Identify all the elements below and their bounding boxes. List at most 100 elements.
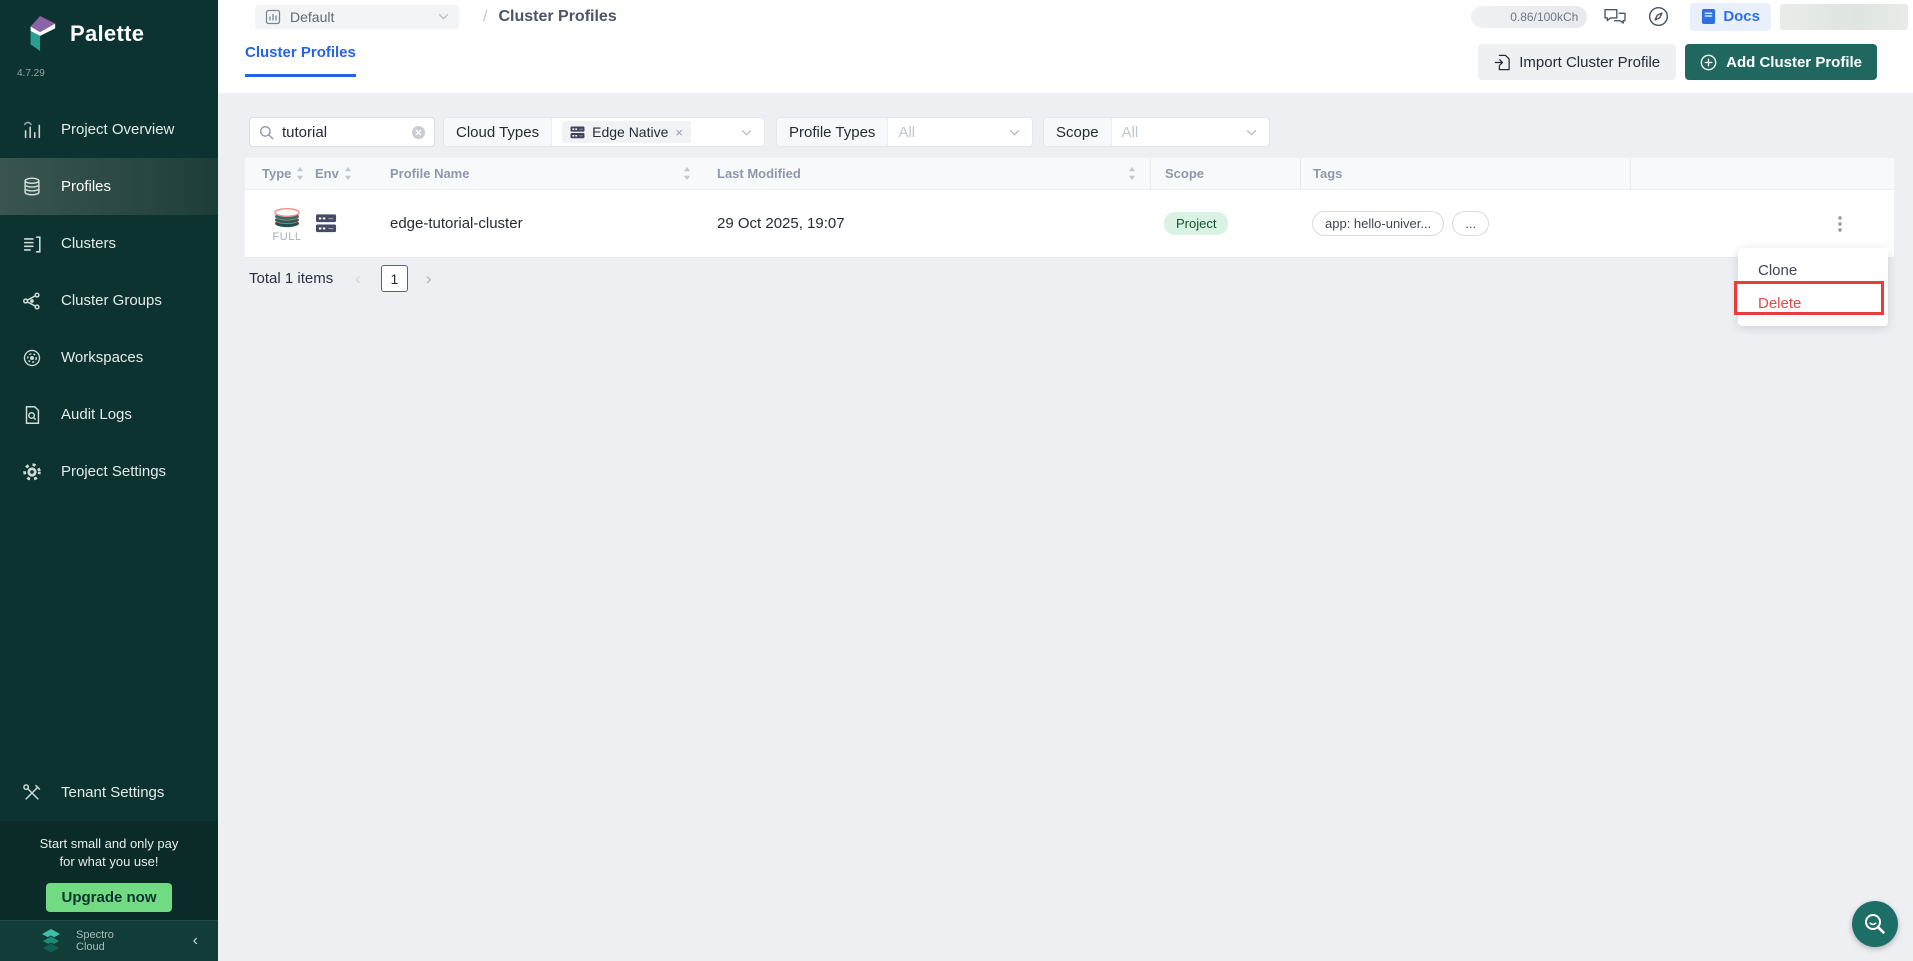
row-context-menu: Clone Delete	[1738, 248, 1888, 326]
spectro-cloud-label: Spectro Cloud	[76, 929, 114, 953]
sidebar-item-label: Workspaces	[61, 349, 143, 366]
profiles-stack-icon	[21, 176, 43, 198]
scope-filter[interactable]: Scope All	[1043, 117, 1270, 147]
spectro-cloud-brand: Spectro Cloud	[36, 928, 187, 954]
tenant-settings-section: Tenant Settings	[0, 764, 218, 821]
plus-circle-icon	[1700, 54, 1717, 71]
sort-icon	[296, 167, 304, 180]
main-area: Default / Cluster Profiles 0.86/100kCh	[218, 0, 1913, 961]
table-header: Type Env Profile Name Last Modified	[245, 158, 1894, 190]
search-input[interactable]	[282, 124, 411, 141]
docs-button-label: Docs	[1723, 8, 1760, 25]
sidebar-footer: Spectro Cloud ‹	[0, 920, 218, 961]
profile-types-filter[interactable]: Profile Types All	[776, 117, 1033, 147]
filter-bar: Cloud Types Edge Native ×	[249, 117, 1270, 147]
profiles-table: Type Env Profile Name Last Modified	[245, 158, 1894, 258]
column-header-scope: Scope	[1150, 158, 1300, 189]
usage-meter-badge: 0.86/100kCh	[1471, 6, 1587, 28]
topbar: Default / Cluster Profiles 0.86/100kCh	[218, 0, 1913, 33]
sidebar-item-cluster-groups[interactable]: Cluster Groups	[0, 272, 218, 329]
column-header-actions	[1630, 158, 1894, 189]
upgrade-now-button[interactable]: Upgrade now	[46, 883, 171, 912]
table-row[interactable]: FULL edge-tutorial-cluster 29 Oct 2025, …	[245, 190, 1894, 258]
cloud-types-value: Edge Native ×	[552, 121, 764, 143]
column-header-last-modified[interactable]: Last Modified	[705, 158, 1150, 189]
add-button-label: Add Cluster Profile	[1726, 54, 1862, 71]
context-menu-delete[interactable]: Delete	[1738, 287, 1888, 320]
app-window: Palette 4.7.29 Project Overview Profiles	[0, 0, 1913, 961]
spectro-label-line2: Cloud	[76, 941, 105, 953]
sidebar-item-label: Clusters	[61, 235, 116, 252]
sidebar-item-profiles[interactable]: Profiles	[0, 158, 218, 215]
pagination-page-1[interactable]: 1	[381, 265, 408, 292]
compass-icon	[1647, 5, 1670, 28]
tag-pill[interactable]: app: hello-univer...	[1312, 211, 1444, 236]
edge-native-tag-label: Edge Native	[592, 124, 668, 140]
sidebar-item-audit-logs[interactable]: Audit Logs	[0, 386, 218, 443]
breadcrumb-current: Cluster Profiles	[498, 8, 616, 26]
context-menu-clone[interactable]: Clone	[1738, 254, 1888, 287]
version-label: 4.7.29	[0, 54, 218, 79]
edge-native-tag: Edge Native ×	[562, 121, 691, 143]
sidebar-item-project-overview[interactable]: Project Overview	[0, 101, 218, 158]
pagination-total: Total 1 items	[249, 270, 333, 287]
profile-type-label: FULL	[273, 231, 302, 243]
clear-search-icon[interactable]	[411, 125, 426, 140]
feedback-button[interactable]	[1603, 7, 1627, 27]
profile-name-link[interactable]: edge-tutorial-cluster	[375, 215, 705, 232]
cloud-types-label: Cloud Types	[444, 118, 552, 146]
pagination-next-icon[interactable]: ›	[426, 269, 432, 289]
search-icon	[259, 125, 274, 140]
cell-actions	[1630, 212, 1894, 236]
chat-bubbles-icon	[1603, 7, 1627, 27]
chevron-down-icon	[741, 129, 754, 136]
cell-env	[315, 213, 375, 234]
search-box	[249, 117, 435, 147]
chevron-down-icon	[1009, 129, 1022, 136]
sidebar-item-label: Profiles	[61, 178, 111, 195]
topbar-right-group: 0.86/100kCh Docs	[1471, 3, 1913, 31]
tab-cluster-profiles[interactable]: Cluster Profiles	[245, 44, 356, 77]
explore-button[interactable]	[1647, 5, 1670, 28]
audit-logs-icon	[21, 404, 43, 426]
tab-actions: Import Cluster Profile Add Cluster Profi…	[1478, 44, 1877, 80]
column-header-env[interactable]: Env	[315, 158, 375, 189]
project-selector[interactable]: Default	[255, 5, 459, 29]
column-header-tags: Tags	[1300, 158, 1630, 189]
row-actions-menu-button[interactable]	[1834, 212, 1846, 236]
sidebar-item-project-settings[interactable]: Project Settings	[0, 443, 218, 500]
add-cluster-profile-button[interactable]: Add Cluster Profile	[1685, 44, 1877, 80]
brand-name: Palette	[70, 21, 144, 47]
cell-tags: app: hello-univer... ...	[1300, 211, 1630, 236]
remove-tag-icon[interactable]: ×	[675, 125, 683, 140]
sidebar-item-label: Project Settings	[61, 463, 166, 480]
sidebar-nav: Project Overview Profiles Clusters Clust…	[0, 101, 218, 500]
sidebar-collapse-chevron-icon[interactable]: ‹	[187, 930, 204, 952]
sidebar-item-clusters[interactable]: Clusters	[0, 215, 218, 272]
sidebar: Palette 4.7.29 Project Overview Profiles	[0, 0, 218, 961]
column-label: Env	[315, 166, 339, 181]
import-cluster-profile-button[interactable]: Import Cluster Profile	[1478, 44, 1676, 80]
cluster-groups-network-icon	[21, 290, 43, 312]
column-header-profile-name[interactable]: Profile Name	[375, 158, 705, 189]
promo-text-line1: Start small and only pay	[0, 835, 218, 853]
sidebar-item-tenant-settings[interactable]: Tenant Settings	[0, 764, 218, 821]
cloud-types-filter[interactable]: Cloud Types Edge Native ×	[443, 117, 765, 147]
profile-types-label: Profile Types	[777, 118, 888, 146]
docs-button[interactable]: Docs	[1690, 3, 1771, 31]
pagination-prev-icon[interactable]: ‹	[355, 269, 361, 289]
chevron-down-icon	[1246, 129, 1259, 136]
book-icon	[1701, 8, 1716, 25]
column-label: Last Modified	[717, 166, 801, 181]
scope-filter-value: All	[1122, 124, 1238, 141]
sidebar-item-workspaces[interactable]: Workspaces	[0, 329, 218, 386]
column-label: Tags	[1313, 166, 1342, 181]
help-search-fab[interactable]	[1852, 901, 1898, 947]
tag-overflow-pill[interactable]: ...	[1452, 211, 1489, 236]
column-header-type[interactable]: Type	[245, 158, 315, 189]
account-chip-redacted[interactable]	[1780, 4, 1908, 30]
breadcrumb-separator: /	[483, 8, 487, 26]
import-icon	[1494, 54, 1510, 71]
gear-icon	[21, 461, 43, 483]
promo-text-line2: for what you use!	[0, 853, 218, 871]
